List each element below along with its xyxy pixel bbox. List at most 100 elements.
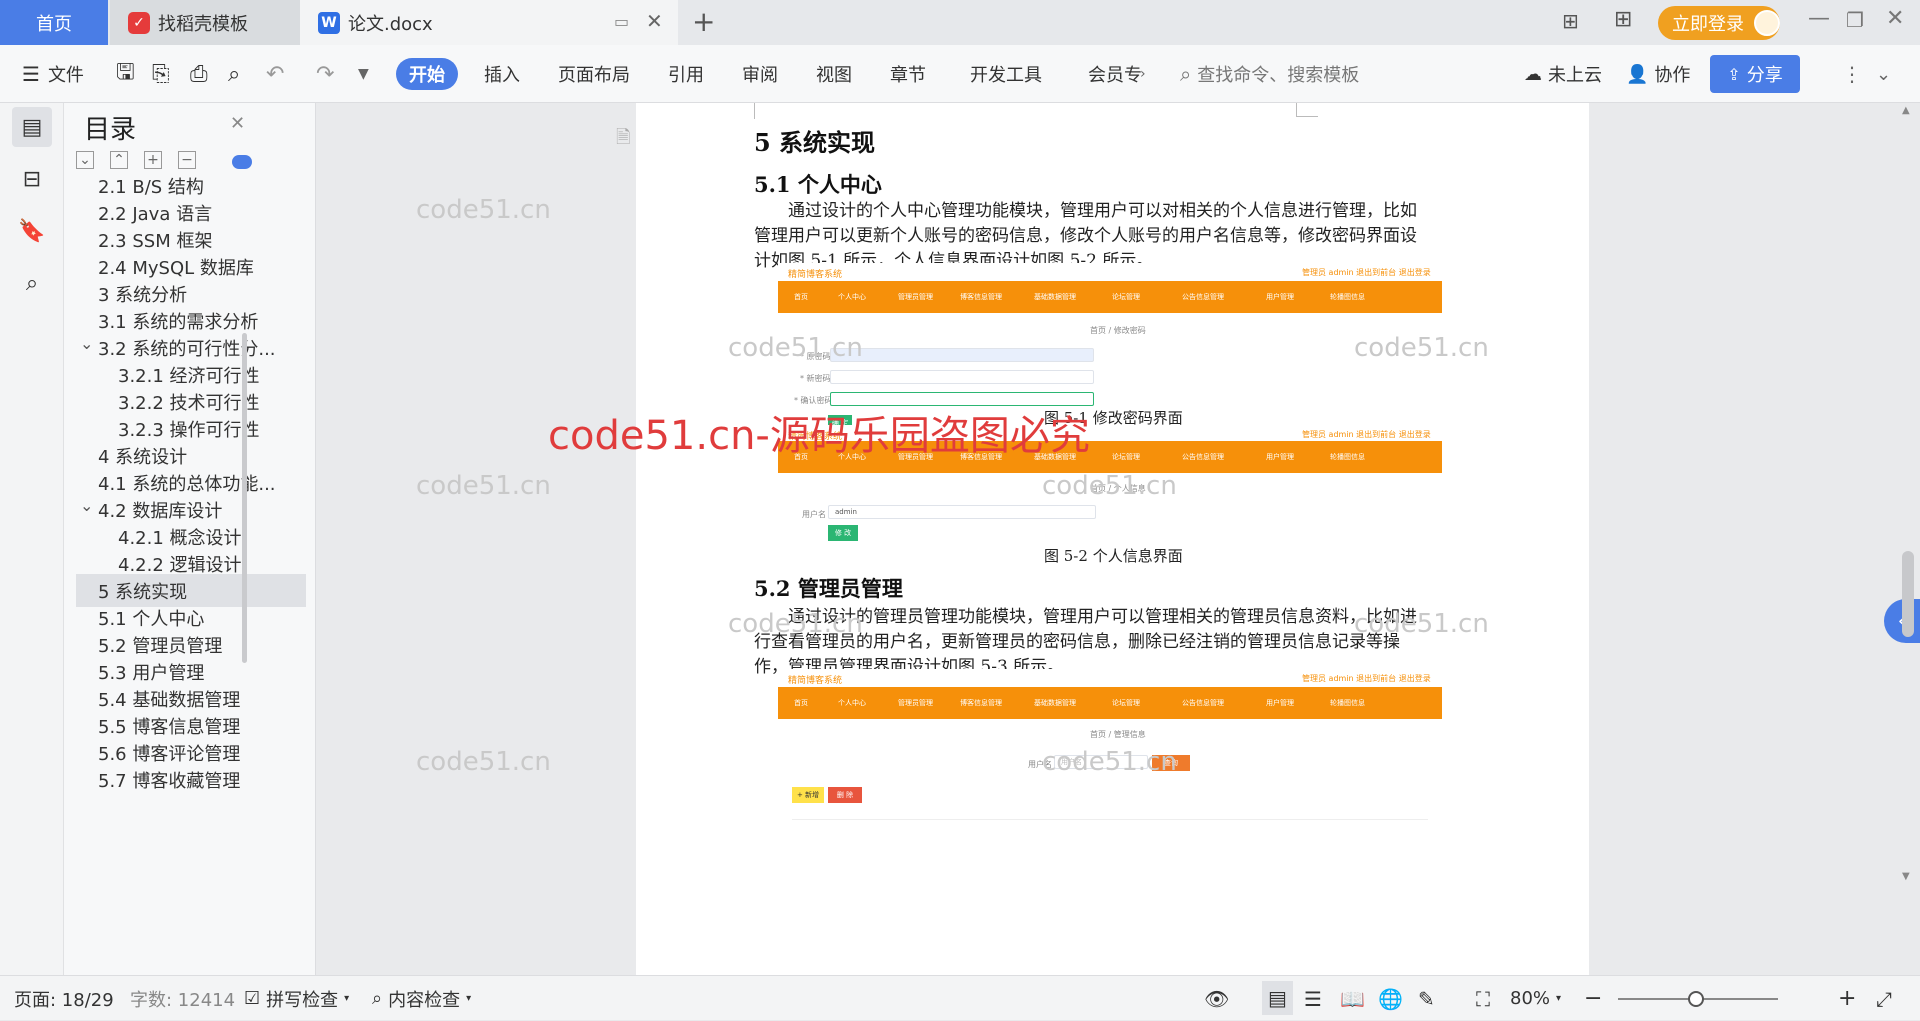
menu-review[interactable]: 审阅 [742, 45, 778, 103]
paragraph-menu-icon[interactable]: 🗎 [616, 125, 630, 155]
redo-icon[interactable]: ↷ [316, 45, 334, 103]
reading-view-icon[interactable]: 📖 [1340, 976, 1365, 1021]
content-check-label: 内容检查 [388, 989, 461, 1011]
web-view-icon[interactable]: 🌐 [1378, 976, 1403, 1021]
scroll-up-icon[interactable]: ▲ [1902, 105, 1910, 116]
zoom-level[interactable]: 80% [1510, 976, 1550, 1021]
save-icon[interactable]: 🖫 [116, 45, 135, 103]
toc-item-label: 5.3 用户管理 [98, 662, 205, 684]
smart-toc-icon[interactable] [232, 155, 252, 169]
shot-nav-item: 公告信息管理 [1182, 293, 1224, 301]
outline-view-icon[interactable]: ☰ [1304, 976, 1322, 1021]
vertical-scrollbar[interactable]: ▲ ▼ [1896, 103, 1920, 975]
shot-nav-item: 轮播图信息 [1330, 699, 1365, 707]
word-count[interactable]: 字数: 12414 [130, 976, 235, 1021]
chevron-down-icon: ▾ [344, 993, 350, 1004]
navigation-icon[interactable]: ⊟ [12, 159, 52, 199]
chevron-down-icon[interactable]: ⌄ [80, 496, 93, 515]
tab-document-label: 论文.docx [348, 13, 433, 35]
document-page[interactable]: 🗎 5 系统实现 5.1 个人中心 通过设计的个人中心管理功能模块，管理用户可以… [616, 103, 1589, 975]
menu-references[interactable]: 引用 [668, 45, 704, 103]
spell-check-button[interactable]: ☑ 拼写检查 ▾ [244, 976, 349, 1021]
tab-document[interactable]: W 论文.docx ▭ ✕ [300, 0, 678, 45]
zoom-in-icon[interactable]: + [1838, 976, 1856, 1021]
toc-scrollbar[interactable] [242, 333, 247, 663]
page-view-icon[interactable]: ▤ [1262, 981, 1293, 1015]
heading-5: 5 系统实现 [754, 128, 876, 157]
expand-down-icon[interactable]: ⌄ [76, 151, 94, 169]
title-bar: 首页 ✓ 找稻壳模板 W 论文.docx ▭ ✕ + ⊞ ⊞ 立即登录 — ❐ … [0, 0, 1920, 45]
share-icon: ⇪ [1727, 64, 1741, 84]
toc-item-label: 2.1 B/S 结构 [98, 176, 204, 198]
close-window-icon[interactable]: ✕ [1886, 6, 1904, 31]
login-button[interactable]: 立即登录 [1658, 6, 1780, 40]
file-menu[interactable]: ☰ 文件 [22, 45, 84, 103]
minimize-icon[interactable]: — [1808, 6, 1830, 31]
zoom-out-icon[interactable]: − [1584, 976, 1602, 1021]
collapse-ribbon-icon[interactable]: ⌄ [1876, 45, 1891, 103]
toc-panel-icon[interactable]: ▤ [12, 107, 52, 147]
shot-top-right: 管理员 admin 退出到前台 退出登录 [1302, 268, 1431, 277]
undo-icon[interactable]: ↶ [266, 45, 284, 103]
watermark: code51.cn [416, 747, 551, 777]
menu-developer[interactable]: 开发工具 [970, 45, 1042, 103]
close-tab-icon[interactable]: ✕ [646, 9, 663, 33]
page-indicator[interactable]: 页面: 18/29 [14, 976, 114, 1021]
eye-protection-icon[interactable]: 👁 [1204, 976, 1229, 1021]
figure-admin-management: 精简博客系统 管理员 admin 退出到前台 退出登录 首页 个人中心 管理员管… [778, 669, 1442, 975]
zoom-dropdown-icon[interactable]: ▾ [1556, 976, 1561, 1021]
collaborate-button[interactable]: 👤 协作 [1626, 45, 1690, 103]
scroll-down-icon[interactable]: ▼ [1902, 871, 1910, 882]
heading-5-2: 5.2 管理员管理 [754, 576, 903, 601]
cloud-status[interactable]: ☁ 未上云 [1524, 45, 1602, 103]
command-search-placeholder: 查找命令、搜索模板 [1197, 65, 1360, 86]
reading-mode-icon[interactable]: ⊞ [1562, 9, 1579, 33]
share-button[interactable]: ⇪ 分享 [1710, 55, 1800, 93]
wps-writer-icon: W [318, 11, 340, 34]
watermark: code51.cn [728, 609, 863, 639]
write-mode-icon[interactable]: ✎ [1418, 976, 1435, 1021]
command-search[interactable]: ⌕ 查找命令、搜索模板 [1180, 45, 1359, 103]
menu-start[interactable]: 开始 [396, 58, 458, 90]
menu-chapter[interactable]: 章节 [890, 45, 926, 103]
menu-view[interactable]: 视图 [816, 45, 852, 103]
shot-top-right: 管理员 admin 退出到前台 退出登录 [1302, 430, 1431, 439]
tab-template[interactable]: ✓ 找稻壳模板 [110, 0, 300, 45]
shot-nav-item: 首页 [794, 293, 808, 301]
menu-page-layout[interactable]: 页面布局 [558, 45, 630, 103]
share-label: 分享 [1746, 65, 1783, 86]
content-check-button[interactable]: ⌕ 内容检查 ▾ [372, 976, 471, 1021]
menu-member[interactable]: 会员专 [1088, 45, 1142, 103]
screen-icon[interactable]: ▭ [614, 12, 629, 31]
print-preview-icon[interactable]: ⌕ [228, 45, 240, 103]
toc-item[interactable]: 5.7 博客收藏管理 [76, 763, 306, 796]
export-pdf-icon[interactable]: ⎘ [152, 45, 170, 103]
find-icon[interactable]: ⌕ [12, 263, 52, 303]
add-heading-icon[interactable]: + [144, 151, 162, 169]
bookmark-icon[interactable]: 🔖 [12, 211, 52, 251]
tab-home[interactable]: 首页 [0, 0, 108, 45]
fullscreen-icon[interactable]: ⤢ [1876, 976, 1892, 1021]
remove-heading-icon[interactable]: − [178, 151, 196, 169]
restore-icon[interactable]: ❐ [1846, 8, 1864, 32]
quick-access-dropdown-icon[interactable]: ▼ [358, 45, 369, 103]
toc-item-label: 5.7 博客收藏管理 [98, 770, 241, 792]
toc-item-label: 5.5 博客信息管理 [98, 716, 241, 738]
chevron-down-icon[interactable]: ⌄ [80, 334, 93, 353]
close-toc-icon[interactable]: ✕ [230, 113, 245, 134]
zoom-slider-handle[interactable] [1688, 991, 1704, 1007]
ribbon-toolbar: ☰ 文件 🖫 ⎘ ⎙ ⌕ ↶ ↷ ▼ 开始 插入 页面布局 引用 审阅 视图 章… [0, 45, 1920, 103]
shot-nav-item: 基础数据管理 [1034, 699, 1076, 707]
tab-home-label: 首页 [36, 13, 72, 35]
more-options-icon[interactable]: ⋮ [1842, 45, 1862, 103]
more-menus-icon[interactable]: › [1140, 45, 1146, 103]
print-icon[interactable]: ⎙ [190, 45, 208, 103]
menu-insert[interactable]: 插入 [484, 45, 520, 103]
scroll-thumb[interactable] [1902, 551, 1914, 637]
toc-item-label: 3 系统分析 [98, 284, 188, 306]
new-tab-icon[interactable]: + [692, 5, 715, 38]
fit-page-icon[interactable]: ⛶ [1476, 976, 1490, 1021]
grid-apps-icon[interactable]: ⊞ [1614, 7, 1632, 32]
shot-brand: 精简博客系统 [788, 270, 843, 280]
collapse-up-icon[interactable]: ⌃ [110, 151, 128, 169]
